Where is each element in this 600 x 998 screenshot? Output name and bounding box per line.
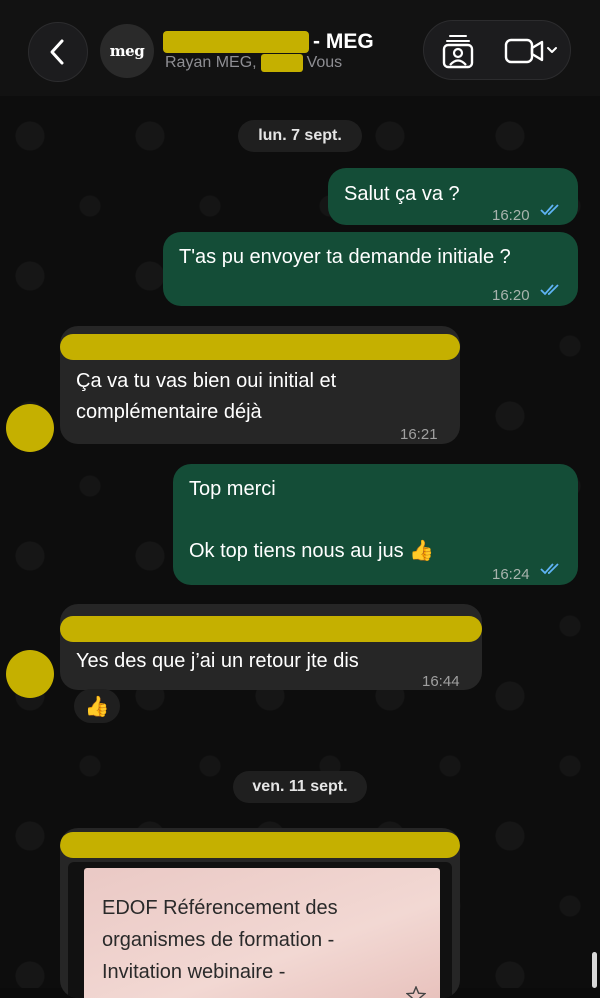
contact-card-button[interactable] [438,31,478,71]
redacted-participant [260,54,303,72]
contact-card-icon [442,35,474,69]
message-time: 16:20 [492,207,530,224]
chevron-left-icon [50,39,64,65]
reaction-badge[interactable]: 👍 [74,689,120,723]
message-text: Salut ça va ? [344,183,460,205]
outgoing-message[interactable]: T'as pu envoyer ta demande initiale ? 16… [163,232,578,306]
sender-avatar-redacted[interactable] [6,404,54,452]
read-receipt-icon [540,204,559,216]
message-time: 16:21 [400,426,438,443]
back-button[interactable] [28,22,88,82]
header-actions [423,20,571,80]
message-time: 16:24 [492,566,530,583]
message-text: Top merci Ok top tiens nous au jus 👍 [189,478,435,562]
chat-title[interactable]: - MEG [163,30,374,54]
chat-header: meg - MEG Rayan MEG, Vous [0,0,600,96]
incoming-message[interactable]: Yes des que j’ai un retour jte dis 16:44 [60,604,482,690]
scrollbar-thumb[interactable] [592,952,597,988]
read-receipt-icon [540,284,559,296]
read-receipt-icon [540,563,559,575]
message-time: 16:44 [422,673,460,690]
avatar-logo-text: meg [109,42,145,60]
redacted-sender-name[interactable] [60,616,482,642]
date-separator: lun. 7 sept. [238,120,362,152]
video-call-button[interactable] [496,31,566,71]
incoming-message[interactable]: Ça va tu vas bien oui initial et complém… [60,326,460,444]
message-text: T'as pu envoyer ta demande initiale ? [179,246,511,268]
message-text: Yes des que j’ai un retour jte dis [76,650,359,672]
video-camera-icon [504,38,557,64]
document-title: EDOF Référencement des organismes de for… [102,897,338,983]
document-page: EDOF Référencement des organismes de for… [84,868,440,998]
message-text: Ça va tu vas bien oui initial et complém… [76,370,337,423]
incoming-document-message[interactable]: EDOF Référencement des organismes de for… [60,828,460,998]
outgoing-message[interactable]: Salut ça va ? 16:20 [328,168,578,225]
message-time: 16:20 [492,287,530,304]
participants-list[interactable]: Rayan MEG, Vous [165,54,342,72]
date-separator: ven. 11 sept. [233,771,367,803]
thumbs-up-icon: 👍 [84,695,110,718]
redacted-sender-name[interactable] [60,334,460,360]
redacted-title [163,31,309,53]
document-preview[interactable]: EDOF Référencement des organismes de for… [68,862,452,998]
chat-title-text: - MEG [313,30,374,53]
outgoing-message[interactable]: Top merci Ok top tiens nous au jus 👍 16:… [173,464,578,585]
sender-avatar-redacted[interactable] [6,650,54,698]
group-avatar[interactable]: meg [100,24,154,78]
participant-rayan: Rayan MEG, [165,54,257,71]
participant-you: Vous [306,54,343,71]
redacted-sender-name[interactable] [60,832,460,858]
